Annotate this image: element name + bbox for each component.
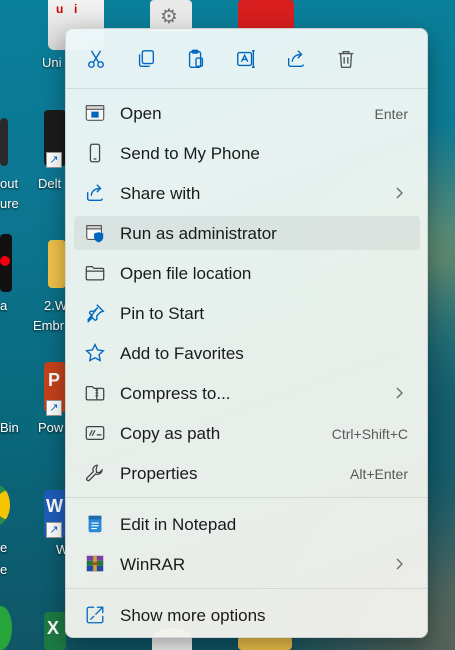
menu-item-label: Pin to Start [120,304,205,323]
share-button[interactable] [281,44,311,74]
menu-separator [66,588,427,589]
menu-item-run-as-admin[interactable]: Run as administrator [74,216,420,250]
desktop-label-uni: Uni [42,55,62,70]
menu-item-winrar[interactable]: WinRAR [74,547,420,581]
menu-item-label: Properties [120,464,198,483]
context-menu: Open Enter Send to My Phone Share with R… [65,28,428,638]
menu-item-open-file-location[interactable]: Open file location [74,256,420,290]
delete-button[interactable] [331,44,361,74]
desktop-label-delt: Delt [38,176,62,191]
menu-item-label: Share with [120,184,201,203]
pin-icon [84,302,106,324]
cut-button[interactable] [81,44,111,74]
powerpoint-p-glyph: P [48,370,61,390]
desktop-label-2w: 2.W [44,298,68,313]
desktop-icon-red[interactable] [0,234,12,292]
menu-item-label: Run as administrator [120,224,277,243]
red-dot-icon [0,256,10,266]
menu-item-label: Send to My Phone [120,144,260,163]
app-window-icon [84,102,106,124]
copy-icon [138,50,155,68]
folder-icon [84,262,106,284]
menu-item-shortcut: Alt+Enter [350,466,408,482]
shortcut-arrow-icon: ↗ [46,152,62,168]
chevron-right-icon [396,187,403,199]
notepad-icon [84,513,106,535]
paste-button[interactable] [181,44,211,74]
phone-icon [84,142,106,164]
menu-item-send-to-phone[interactable]: Send to My Phone [74,136,420,170]
word-w-glyph: W [46,496,63,516]
menu-item-compress-to[interactable]: Compress to... [74,376,420,410]
desktop-label-out: out [0,176,19,191]
trash-icon [338,50,354,68]
menu-item-label: Open file location [120,264,252,283]
shortcut-arrow-icon: ↗ [46,522,62,538]
zip-folder-icon [84,382,106,404]
gear-icon: ⚙ [160,6,178,28]
context-menu-toolbar [66,29,427,89]
menu-item-label: Add to Favorites [120,344,244,363]
desktop-icon-folder-bottom[interactable] [238,636,292,650]
excel-x-glyph: X [47,618,60,638]
menu-item-properties[interactable]: Properties Alt+Enter [74,456,420,490]
u-key-glyph: u [56,2,64,16]
desktop-label-bin: Bin [0,420,19,435]
uac-shield-icon [84,222,106,244]
menu-item-label: Copy as path [120,424,221,443]
copy-path-icon [84,422,106,444]
menu-item-label: WinRAR [120,555,186,574]
i-key-glyph: i [74,2,78,16]
menu-item-edit-in-notepad[interactable]: Edit in Notepad [74,507,420,541]
desktop-icon-delta[interactable]: ↗ [44,110,66,168]
desktop-icon-powerpoint[interactable]: P ↗ [44,362,66,416]
desktop-icon-chrome[interactable] [0,484,10,526]
desktop-icon-excel[interactable]: X [44,612,66,650]
desktop-icon-word[interactable]: W ↗ [44,490,66,538]
menu-item-label: Edit in Notepad [120,515,237,534]
desktop-icon-pdf[interactable] [238,0,294,30]
menu-item-shortcut: Ctrl+Shift+C [331,426,408,442]
menu-item-show-more-options[interactable]: Show more options [74,598,420,632]
share-with-icon [84,182,106,204]
wrench-icon [84,462,106,484]
more-options-icon [84,604,106,626]
menu-item-copy-as-path[interactable]: Copy as path Ctrl+Shift+C [74,416,420,450]
desktop-icon-folder-2w[interactable] [48,240,66,288]
star-icon [84,342,106,364]
chevron-right-icon [396,387,403,399]
chevron-right-icon [396,558,403,570]
desktop-label-embr: Embr [33,318,65,333]
desktop-label-e: e [0,540,8,555]
menu-item-label: Compress to... [120,384,231,403]
clipboard-icon [188,49,204,68]
rename-button[interactable] [231,44,261,74]
rename-icon [237,50,255,68]
shortcut-arrow-icon: ↗ [46,400,62,416]
desktop-label-e2: e [0,562,8,577]
winrar-icon [84,553,106,575]
menu-item-add-to-favorites[interactable]: Add to Favorites [74,336,420,370]
menu-item-label: Show more options [120,606,266,625]
menu-item-pin-to-start[interactable]: Pin to Start [74,296,420,330]
desktop-label-a: a [0,298,8,313]
menu-item-share-with[interactable]: Share with [74,176,420,210]
desktop-label-ure: ure [0,196,19,211]
toolbar-separator [66,88,427,89]
share-icon [287,50,305,68]
desktop-icon-dark[interactable] [0,118,8,166]
copy-button[interactable] [131,44,161,74]
menu-item-open[interactable]: Open Enter [74,96,420,130]
scissors-icon [87,50,105,68]
desktop-icon-green[interactable] [0,606,12,650]
menu-item-shortcut: Enter [374,106,408,122]
menu-separator [66,497,427,498]
desktop-label-pow: Pow [38,420,64,435]
menu-item-label: Open [120,104,162,123]
